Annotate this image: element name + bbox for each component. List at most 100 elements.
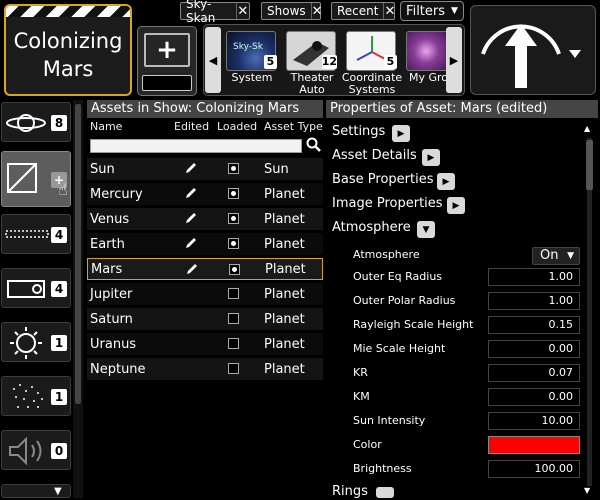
loaded-checkbox[interactable]	[228, 338, 239, 349]
collapse-arrow-icon[interactable]: ▼	[417, 221, 435, 238]
properties-panel-title: Properties of Asset: Mars (edited)	[326, 100, 598, 118]
section-image-properties[interactable]: Image Properties	[332, 196, 443, 211]
property-value-field[interactable]: 1.00	[488, 292, 580, 310]
up-arrow-icon	[481, 24, 581, 88]
expand-arrow-icon[interactable]: ▶	[422, 149, 440, 166]
table-row[interactable]: Mercury Planet	[87, 183, 323, 205]
pencil-icon	[184, 161, 198, 179]
asset-name: Jupiter	[90, 286, 133, 302]
loaded-checkbox[interactable]	[228, 363, 239, 374]
thumbnail-overlay-text: Sky-Sk	[233, 42, 263, 52]
close-icon[interactable]: ✕	[235, 3, 249, 19]
loaded-checkbox[interactable]	[228, 313, 239, 324]
properties-scrollbar[interactable]: ▲ ▼	[582, 124, 596, 496]
col-header-type[interactable]: Asset Type	[264, 120, 323, 134]
star-field-icon	[13, 384, 43, 408]
loaded-checkbox[interactable]	[228, 188, 239, 199]
atmosphere-toggle-label: Atmosphere	[353, 248, 420, 261]
asset-carousel: Sky-Sk 5 System 12 Theater Auto 5 Coordi…	[203, 24, 465, 96]
loaded-checkbox[interactable]	[229, 264, 240, 275]
carousel-item-system[interactable]: Sky-Sk 5 System	[224, 27, 280, 95]
count-badge: 4	[51, 281, 67, 297]
property-value-field[interactable]: 0.00	[488, 340, 580, 358]
carousel-item-theater-auto[interactable]: 12 Theater Auto	[284, 27, 340, 95]
section-asset-details[interactable]: Asset Details	[332, 148, 417, 163]
section-label: Atmosphere	[332, 220, 411, 235]
section-rings[interactable]: Rings	[332, 484, 368, 498]
carousel-next-button[interactable]: ▶	[446, 27, 462, 93]
col-header-name[interactable]: Name	[90, 120, 122, 134]
filters-dropdown[interactable]: Filters ▼	[400, 1, 464, 21]
section-label: Base Properties	[332, 172, 434, 187]
item-count-badge: 5	[384, 55, 397, 69]
scrollbar-track[interactable]	[587, 138, 592, 486]
property-value-field[interactable]: 0.00	[488, 388, 580, 406]
section-base-properties[interactable]: Base Properties	[332, 172, 434, 187]
property-label: Brightness	[353, 462, 412, 475]
property-value-field[interactable]: 1.00	[488, 268, 580, 286]
loaded-checkbox[interactable]	[228, 213, 239, 224]
tool-planets[interactable]: 8	[1, 102, 71, 142]
property-value-field[interactable]: 100.00	[488, 460, 580, 478]
section-atmosphere[interactable]: Atmosphere	[332, 220, 411, 235]
carousel-item-coordinate-systems[interactable]: 5 Coordinate Systems	[342, 27, 402, 95]
section-settings[interactable]: Settings	[332, 124, 385, 139]
expand-arrow-icon[interactable]: ▶	[392, 125, 410, 142]
asset-type: Planet	[264, 311, 305, 327]
chevron-down-icon: ▼	[567, 251, 574, 261]
asset-name: Mars	[91, 261, 123, 277]
asset-type: Planet	[264, 186, 305, 202]
tool-image-assets[interactable]: + ☝	[1, 151, 71, 207]
scrollbar-thumb[interactable]	[75, 104, 81, 404]
table-row[interactable]: Earth Planet	[87, 233, 323, 255]
table-row[interactable]: Mars Planet	[87, 258, 323, 280]
scroll-up-icon[interactable]: ▲	[584, 124, 590, 133]
chevron-down-icon: ▼	[451, 6, 458, 16]
toolbar-scrollbar[interactable]	[73, 100, 83, 498]
tool-projectors[interactable]: 4	[1, 268, 71, 308]
loaded-checkbox[interactable]	[228, 238, 239, 249]
table-row[interactable]: Venus Planet	[87, 208, 323, 230]
table-row[interactable]: Sun Sun	[87, 158, 323, 180]
property-value-field[interactable]: 0.07	[488, 364, 580, 382]
table-row[interactable]: Uranus Planet	[87, 333, 323, 355]
scrollbar-thumb[interactable]	[586, 140, 593, 190]
saturn-icon	[6, 114, 46, 132]
current-show-tile[interactable]: Colonizing Mars	[4, 4, 132, 96]
filters-label: Filters	[406, 3, 446, 19]
new-show-name-field[interactable]	[142, 75, 192, 91]
property-value-field[interactable]: 10.00	[488, 412, 580, 430]
color-swatch[interactable]	[488, 436, 580, 454]
scroll-down-icon[interactable]: ▼	[584, 486, 590, 495]
property-label: Sun Intensity	[353, 414, 426, 427]
filter-tag-skyskan: Sky-Skan ✕	[180, 0, 250, 25]
asset-search-input[interactable]	[90, 139, 302, 153]
carousel-prev-button[interactable]: ◀	[205, 27, 221, 93]
tool-video[interactable]: ▼	[1, 484, 71, 498]
col-header-edited[interactable]: Edited	[174, 120, 209, 134]
expand-arrow-icon[interactable]	[376, 487, 394, 498]
table-row[interactable]: Saturn Planet	[87, 308, 323, 330]
tool-lights[interactable]: 1	[1, 322, 71, 362]
tool-star-fields[interactable]: 1	[1, 376, 71, 416]
go-up-button[interactable]	[470, 5, 596, 95]
table-row[interactable]: Jupiter Planet	[87, 283, 323, 305]
loaded-checkbox[interactable]	[228, 288, 239, 299]
close-icon[interactable]: ✕	[383, 3, 395, 19]
expand-arrow-icon[interactable]: ▶	[447, 197, 465, 214]
pencil-icon	[185, 262, 199, 280]
new-show-button[interactable]: +	[137, 26, 197, 96]
loaded-checkbox[interactable]	[228, 163, 239, 174]
tool-sequences[interactable]: 4	[1, 214, 71, 254]
asset-type: Planet	[264, 361, 305, 377]
table-row[interactable]: Neptune Planet	[87, 358, 323, 380]
property-label: Outer Eq Radius	[353, 270, 443, 283]
close-icon[interactable]: ✕	[310, 3, 323, 19]
expand-arrow-icon[interactable]: ▶	[437, 173, 455, 190]
col-header-loaded[interactable]: Loaded	[217, 120, 257, 134]
search-icon[interactable]	[306, 137, 322, 157]
tool-audio[interactable]: 0	[1, 430, 71, 470]
atmosphere-toggle-select[interactable]: On ▼	[532, 247, 580, 265]
asset-name: Mercury	[90, 186, 143, 202]
property-value-field[interactable]: 0.15	[488, 316, 580, 334]
